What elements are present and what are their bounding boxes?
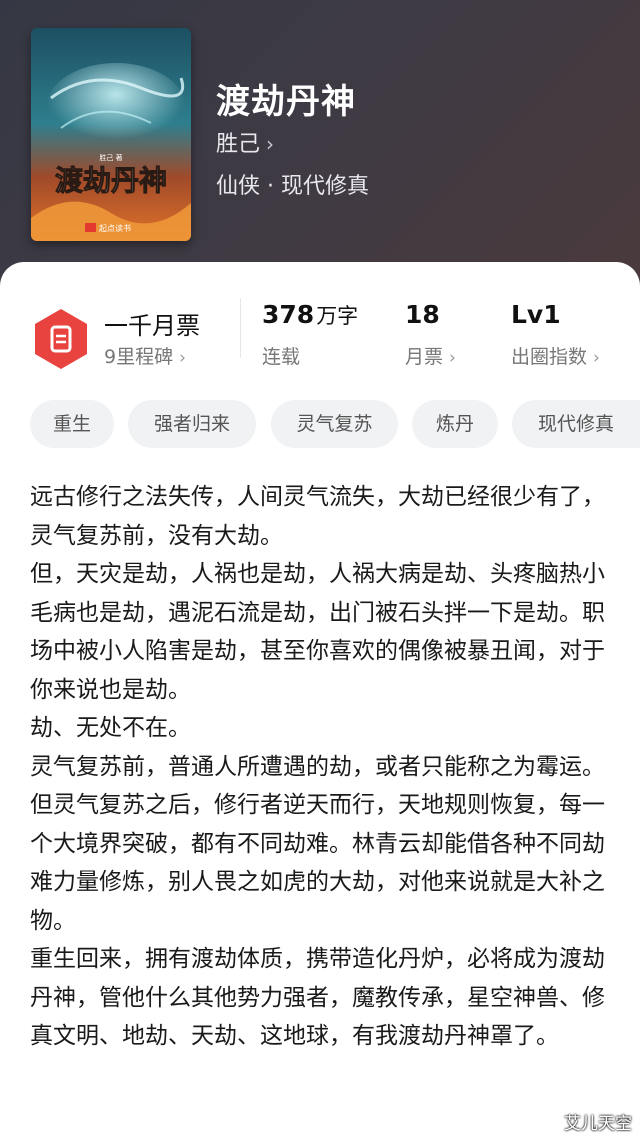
synopsis-paragraph: 但，天灾是劫，人祸也是劫，人祸大病是劫、头疼脑热小毛病也是劫，遇泥石流是劫，出门…	[30, 561, 605, 703]
synopsis-paragraph: 但灵气复苏之后，修行者逆天而行，天地规则恢复，每一个大境界突破，都有不同劫难。林…	[30, 792, 605, 934]
monthly-ticket-label: 月票	[405, 346, 444, 368]
synopsis-paragraph: 劫、无处不在。	[30, 715, 191, 741]
author-link[interactable]: 胜己 ›	[216, 126, 274, 158]
monthly-ticket-link[interactable]: 月票 ›	[405, 342, 456, 369]
tag-chip[interactable]: 强者归来	[128, 400, 256, 448]
tag-chip[interactable]: 灵气复苏	[271, 400, 398, 448]
synopsis-paragraph: 灵气复苏前，普通人所遭遇的劫，或者只能称之为霉运。	[30, 753, 605, 780]
status-label: 连载	[262, 346, 301, 368]
synopsis-paragraph: 远古修行之法失传，人间灵气流失，大劫已经很少有了，灵气复苏前，没有大劫。	[30, 484, 605, 549]
chevron-right-icon: ›	[449, 348, 456, 368]
influence-label: 出圈指数	[511, 346, 588, 368]
author-name: 胜己	[216, 132, 261, 157]
word-count: 378万字	[262, 300, 358, 330]
book-detail-card: 一千月票 9里程碑 › 378万字 连载 18 月票 › Lv1 出圈指数 › 重生 …	[0, 262, 640, 1142]
cover-author: 胜己 著	[99, 153, 122, 162]
stats-divider	[240, 298, 241, 358]
word-count-unit: 万字	[316, 304, 359, 328]
chevron-right-icon: ›	[179, 348, 186, 368]
tag-chip[interactable]: 重生	[30, 400, 114, 448]
chevron-right-icon: ›	[266, 132, 275, 156]
rank-title: 一千月票	[104, 312, 200, 340]
milestone-label: 9里程碑	[104, 346, 174, 368]
synopsis: 远古修行之法失传，人间灵气流失，大劫已经很少有了，灵气复苏前，没有大劫。 但，天…	[30, 478, 608, 1056]
influence-level: Lv1	[511, 300, 561, 329]
chevron-right-icon: ›	[593, 348, 600, 368]
book-cover[interactable]: 渡劫丹神 胜己 著 起点读书	[31, 28, 191, 241]
milestone-link[interactable]: 9里程碑 ›	[104, 342, 186, 369]
tag-chip[interactable]: 炼丹	[412, 400, 498, 448]
ticket-badge-icon	[35, 309, 87, 369]
cover-art: 渡劫丹神 胜己 著 起点读书	[31, 28, 191, 241]
synopsis-paragraph: 重生回来，拥有渡劫体质，携带造化丹炉，必将成为渡劫丹神，管他什么其他势力强者，魔…	[30, 946, 605, 1049]
watermark: 艾儿天空	[564, 1114, 632, 1134]
word-count-value: 378	[262, 300, 315, 329]
monthly-ticket-count: 18	[405, 300, 440, 329]
book-title: 渡劫丹神	[216, 82, 356, 122]
influence-link[interactable]: 出圈指数 ›	[511, 342, 600, 369]
genre-label: 仙侠 · 现代修真	[216, 174, 369, 199]
publisher-logo-icon	[85, 223, 96, 232]
cover-publisher: 起点读书	[99, 223, 131, 233]
book-header: 渡劫丹神 胜己 著 起点读书 渡劫丹神 胜己 › 仙侠 · 现代修真	[0, 0, 640, 300]
cover-title: 渡劫丹神	[55, 164, 167, 197]
tag-chip[interactable]: 现代修真	[512, 400, 640, 448]
